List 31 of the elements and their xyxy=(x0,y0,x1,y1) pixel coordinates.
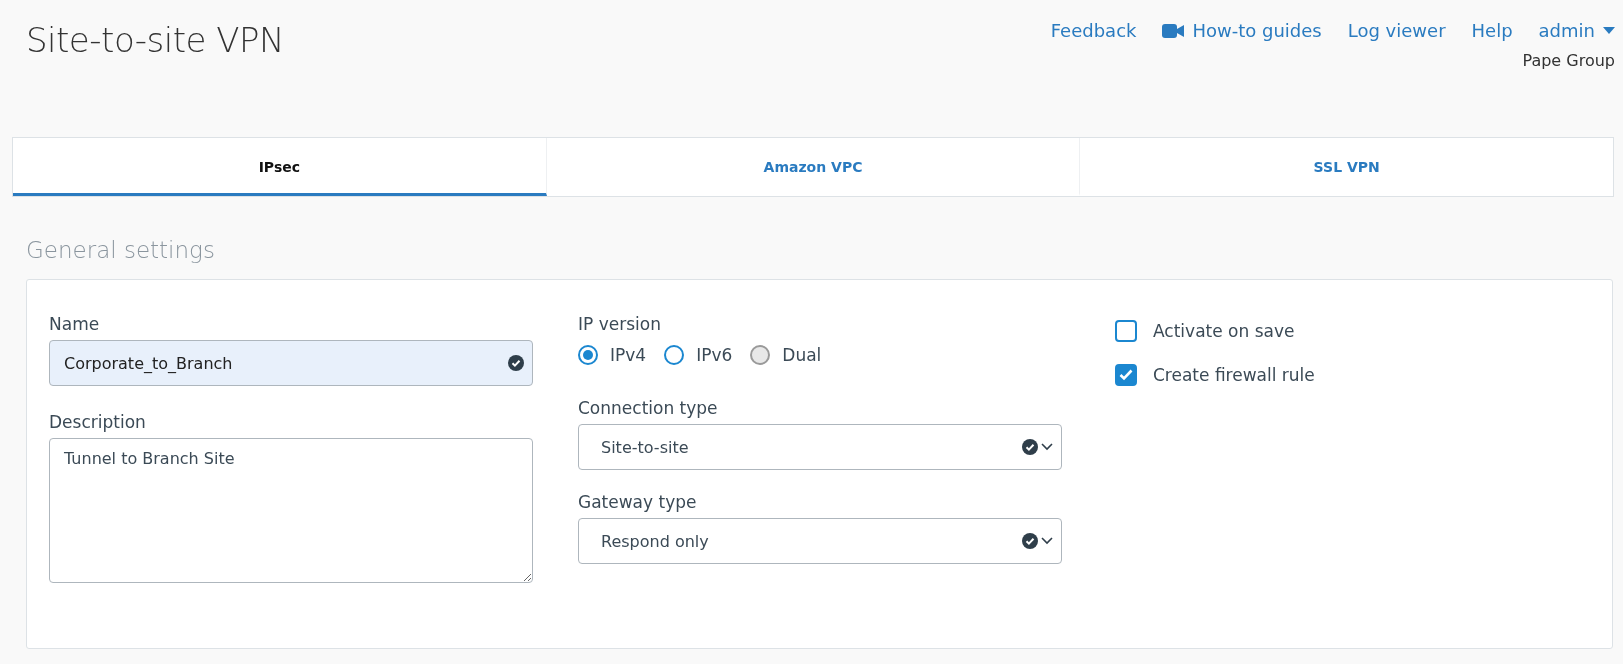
tab[interactable]: IPsec xyxy=(13,138,547,196)
checkbox-option[interactable]: Activate on save xyxy=(1115,320,1590,342)
name-field[interactable]: Corporate_to_Branch xyxy=(49,340,533,386)
checkmark-icon xyxy=(1119,369,1133,381)
field-label: Gateway type xyxy=(578,492,698,512)
header-link[interactable]: Feedback xyxy=(1050,20,1137,41)
header-link[interactable]: Help xyxy=(1471,20,1513,41)
radio-button[interactable] xyxy=(578,345,598,365)
chevron-down-icon xyxy=(1041,443,1053,451)
chevron-down-icon xyxy=(1041,537,1053,545)
caret-icon xyxy=(1603,27,1615,34)
dropdown[interactable]: Site-to-site xyxy=(578,424,1062,470)
dropdown[interactable]: Respond only xyxy=(578,518,1062,564)
field-label: Description xyxy=(49,412,147,432)
video-camera-icon xyxy=(1162,23,1185,38)
organization-name: Pape Group xyxy=(1522,51,1615,70)
field-label: IP version xyxy=(578,314,662,334)
description-field[interactable]: Tunnel to Branch Site xyxy=(49,438,533,583)
radio-option[interactable]: IPv4 xyxy=(578,345,647,365)
page-title: Site-to-site VPN xyxy=(26,20,284,60)
checkbox[interactable] xyxy=(1115,320,1137,342)
how-to-guides-link[interactable]: How-to guides xyxy=(1162,20,1322,41)
field-label: Connection type xyxy=(578,398,719,418)
section-title: General settings xyxy=(26,237,216,263)
checkbox[interactable] xyxy=(1115,364,1137,386)
header-link[interactable]: Log viewer xyxy=(1347,20,1446,41)
radio-option[interactable]: IPv6 xyxy=(664,345,733,365)
user-menu[interactable]: admin xyxy=(1538,20,1615,41)
checkbox-option[interactable]: Create firewall rule xyxy=(1115,364,1590,386)
radio-button[interactable] xyxy=(664,345,685,365)
field-label: Name xyxy=(49,314,101,334)
